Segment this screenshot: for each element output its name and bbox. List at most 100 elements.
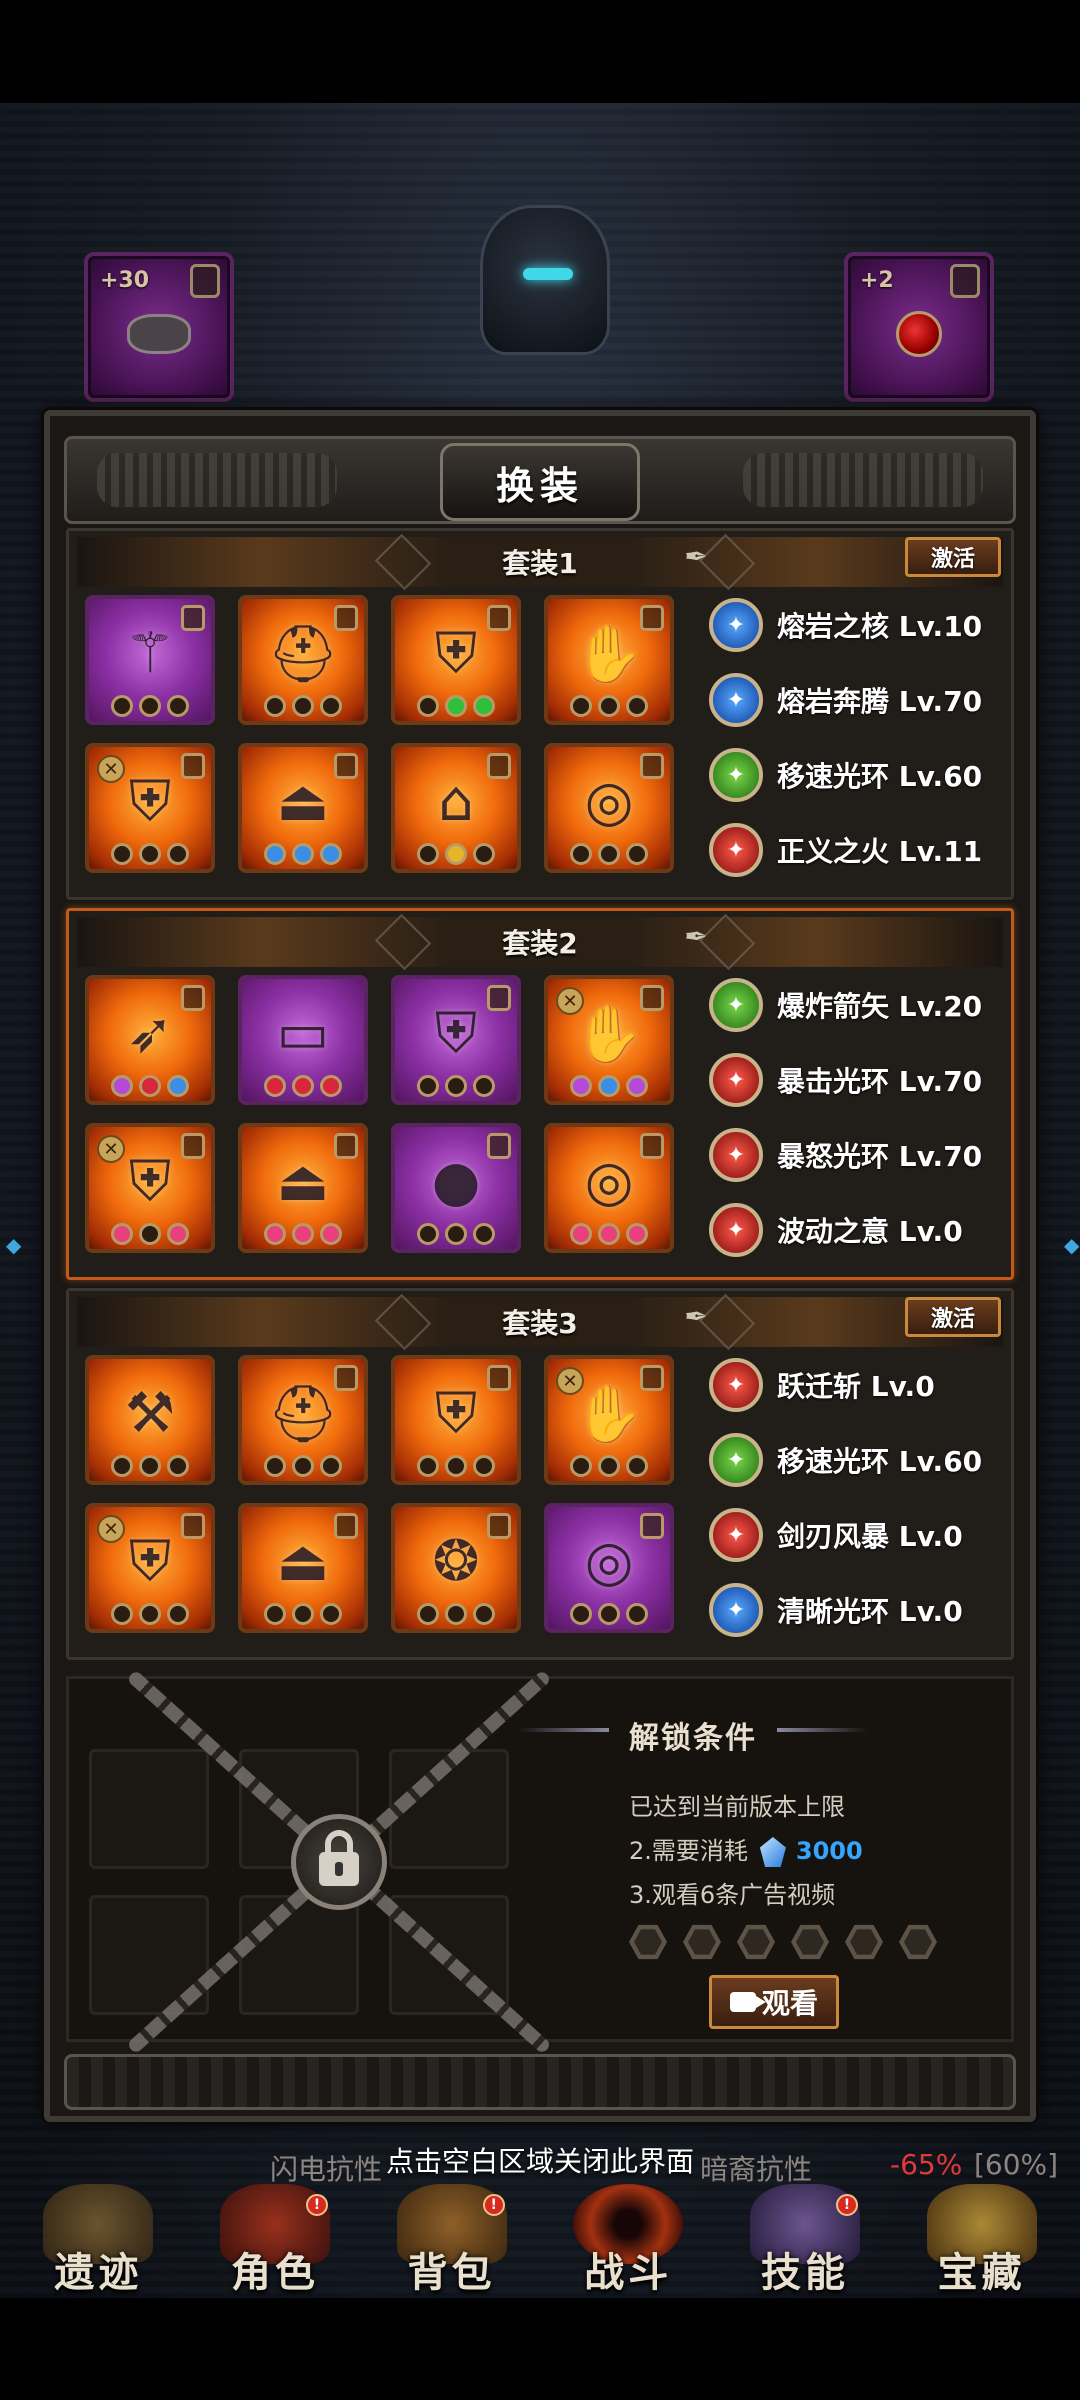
nav-label: 宝藏 <box>937 2250 1026 2296</box>
equipment-slot[interactable]: ➶ <box>85 975 215 1105</box>
nav-relic[interactable]: 遗迹 <box>13 2180 183 2298</box>
activate-button[interactable]: 激活 <box>905 537 1001 577</box>
skill-name: 跃迁斩 Lv.0 <box>777 1370 935 1403</box>
top-slot-left[interactable]: +30 <box>84 252 234 402</box>
socket-icon <box>111 695 133 717</box>
equipment-set-3[interactable]: 套装3 ✒ 激活 ⚒ ⛑ ⛨ ✋ ✕ ⛨ ✕ ⏏ ❂ ◎ ✦ 跃迁斩 Lv.0 ✦ 移速光环 Lv.60… <box>66 1288 1014 1660</box>
nav-treasure[interactable]: 宝藏 <box>897 2180 1067 2298</box>
skill-row[interactable]: ✦ 移速光环 Lv.60 <box>709 1430 999 1490</box>
equipment-slot[interactable]: ⛨ <box>391 975 521 1105</box>
skill-row[interactable]: ✦ 剑刃风暴 Lv.0 <box>709 1505 999 1565</box>
unequip-x-icon[interactable]: ✕ <box>556 987 584 1015</box>
socket-icon <box>264 1603 286 1625</box>
unlock-condition-1: 已达到当前版本上限 <box>629 1793 845 1821</box>
socket-row <box>89 843 211 865</box>
unlock-condition-2: 2.需要消耗 3000 <box>629 1831 863 1867</box>
nav-skills[interactable]: ! 技能 <box>720 2180 890 2298</box>
unequip-x-icon[interactable]: ✕ <box>97 1515 125 1543</box>
skill-name: 清晰光环 Lv.0 <box>777 1595 963 1628</box>
leap-slash-icon: ✦ <box>709 1358 763 1412</box>
lock-icon <box>334 1513 358 1539</box>
nav-battle[interactable]: 战斗 <box>543 2180 713 2298</box>
lock-icon <box>181 605 205 631</box>
unequip-x-icon[interactable]: ✕ <box>97 755 125 783</box>
notification-dot: ! <box>305 2194 328 2216</box>
ad-progress <box>629 1923 937 1961</box>
equipment-slot[interactable]: ⚒ <box>85 1355 215 1485</box>
socket-icon <box>264 1075 286 1097</box>
skill-name: 暴击光环 Lv.70 <box>777 1065 983 1098</box>
equipment-slot[interactable]: ⛨ ✕ <box>85 1503 215 1633</box>
equipment-slot[interactable]: ▭ <box>238 975 368 1105</box>
skill-row[interactable]: ✦ 波动之意 Lv.0 <box>709 1200 999 1260</box>
skill-row[interactable]: ✦ 暴击光环 Lv.70 <box>709 1050 999 1110</box>
equipment-slot[interactable]: ⛨ ✕ <box>85 1123 215 1253</box>
equipment-slot[interactable]: ◎ <box>544 1503 674 1633</box>
unequip-x-icon[interactable]: ✕ <box>97 1135 125 1163</box>
unequip-x-icon[interactable]: ✕ <box>556 1367 584 1395</box>
socket-icon <box>167 1603 189 1625</box>
equipment-set-1[interactable]: 套装1 ✒ 激活 ⚚ ⛑ ⛨ ✋ ⛨ ✕ ⏏ ⌂ ◎ ✦ 熔岩之核 Lv.10 ✦ 熔岩奔腾 Lv.7… <box>66 528 1014 900</box>
cost-label: 2.需要消耗 <box>629 1837 748 1865</box>
equipment-slot[interactable]: ⛨ ✕ <box>85 743 215 873</box>
skill-row[interactable]: ✦ 跃迁斩 Lv.0 <box>709 1355 999 1415</box>
socket-row <box>395 1603 517 1625</box>
socket-icon <box>264 1223 286 1245</box>
nav-character[interactable]: ! 角色 <box>190 2180 360 2298</box>
set-header: 套装3 <box>77 1293 1003 1351</box>
equipment-slot[interactable]: ⏏ <box>238 1503 368 1633</box>
equipment-set-2[interactable]: 套装2 ✒ ➶ ▭ ⛨ ✋ ✕ ⛨ ✕ ⏏ ● ◎ ✦ 爆炸箭矢 Lv.20 ✦ 暴击光环 Lv.70 ✦… <box>66 908 1014 1280</box>
equipment-slot[interactable]: ⛑ <box>238 1355 368 1485</box>
enhance-badge: +30 <box>100 268 150 293</box>
nav-backpack[interactable]: ! 背包 <box>367 2180 537 2298</box>
equipment-slot[interactable]: ⛑ <box>238 595 368 725</box>
rename-quill-icon[interactable]: ✒ <box>681 1299 711 1333</box>
chest-icon: ⛨ <box>129 1148 171 1214</box>
skill-row[interactable]: ✦ 暴怒光环 Lv.70 <box>709 1125 999 1185</box>
equipment-slot[interactable]: ✋ ✕ <box>544 975 674 1105</box>
lock-icon <box>487 753 511 779</box>
socket-row <box>242 1603 364 1625</box>
video-camera-icon <box>729 1992 766 2012</box>
equipment-slot[interactable]: ◎ <box>544 743 674 873</box>
skill-row[interactable]: ✦ 移速光环 Lv.60 <box>709 745 999 805</box>
equipment-slot[interactable]: ⌂ <box>391 743 521 873</box>
rename-quill-icon[interactable]: ✒ <box>681 539 711 573</box>
equipment-slot[interactable]: ✋ <box>544 595 674 725</box>
socket-icon <box>139 843 161 865</box>
equipment-slot[interactable]: ⏏ <box>238 1123 368 1253</box>
blade-storm-icon: ✦ <box>709 1508 763 1562</box>
equipment-slot[interactable]: ◎ <box>544 1123 674 1253</box>
socket-icon <box>320 843 342 865</box>
socket-icon <box>570 1223 592 1245</box>
left-arrow-icon[interactable]: ◆ <box>6 1233 21 1263</box>
watch-ad-label: 观看 <box>761 1987 818 2020</box>
lock-icon <box>487 985 511 1011</box>
top-slot-right[interactable]: +2 <box>844 252 994 402</box>
armor-icon: ⛨ <box>435 1380 477 1446</box>
equipment-slot[interactable]: ⛨ <box>391 1355 521 1485</box>
watch-ad-button[interactable]: 观看 <box>709 1975 839 2029</box>
skill-row[interactable]: ✦ 熔岩奔腾 Lv.70 <box>709 670 999 730</box>
lock-icon <box>334 1365 358 1391</box>
equipment-slot[interactable]: ● <box>391 1123 521 1253</box>
socket-row <box>395 695 517 717</box>
skill-row[interactable]: ✦ 熔岩之核 Lv.10 <box>709 595 999 655</box>
close-hint[interactable]: 点击空白区域关闭此界面 <box>0 2140 1080 2180</box>
equipment-slot[interactable]: ⛨ <box>391 595 521 725</box>
rename-quill-icon[interactable]: ✒ <box>681 919 711 953</box>
skill-row[interactable]: ✦ 清晰光环 Lv.0 <box>709 1580 999 1640</box>
activate-button[interactable]: 激活 <box>905 1297 1001 1337</box>
equipment-slot[interactable]: ⏏ <box>238 743 368 873</box>
cost-value: 3000 <box>795 1837 863 1865</box>
skill-row[interactable]: ✦ 爆炸箭矢 Lv.20 <box>709 975 999 1035</box>
socket-icon <box>139 1223 161 1245</box>
skill-row[interactable]: ✦ 正义之火 Lv.11 <box>709 820 999 880</box>
ring-icon: ◎ <box>584 1529 634 1595</box>
equipment-slot[interactable]: ❂ <box>391 1503 521 1633</box>
socket-icon <box>139 1455 161 1477</box>
socket-icon <box>320 695 342 717</box>
equipment-slot[interactable]: ⚚ <box>85 595 215 725</box>
right-arrow-icon[interactable]: ◆ <box>1064 1233 1079 1263</box>
equipment-slot[interactable]: ✋ ✕ <box>544 1355 674 1485</box>
